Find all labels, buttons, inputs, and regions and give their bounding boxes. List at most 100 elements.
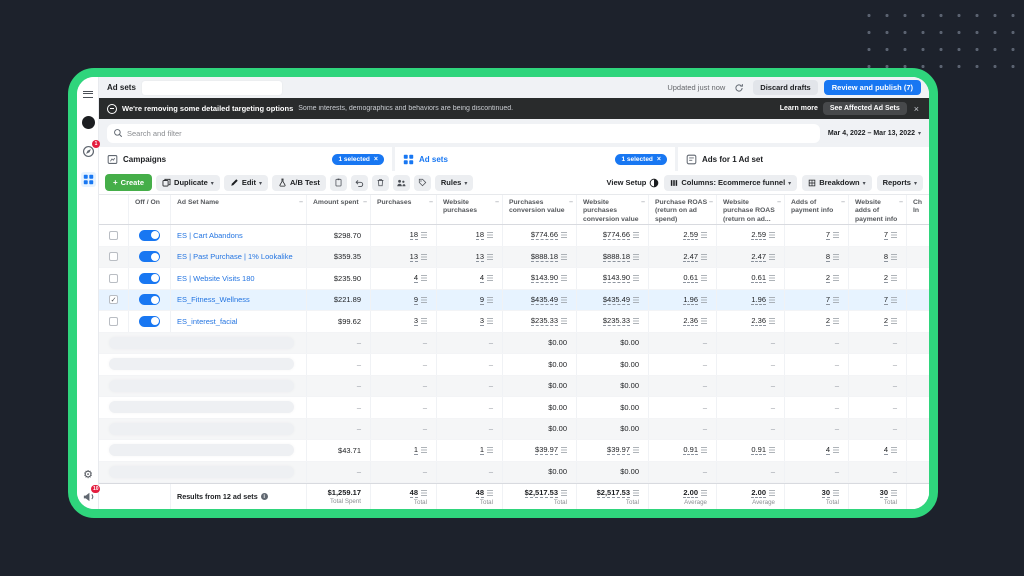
tab-ads[interactable]: Ads for 1 Ad set (678, 147, 929, 171)
metric-link[interactable]: 0.91 (683, 445, 698, 455)
column-header[interactable]: Website purchases conversion value (577, 195, 649, 224)
metric-link[interactable]: $39.97 (535, 445, 558, 455)
metric-link[interactable]: $143.90 (603, 273, 630, 283)
metric-link[interactable]: 1.96 (751, 295, 766, 305)
ad-set-toggle[interactable] (139, 294, 160, 305)
ad-set-name-link[interactable]: ES | Website Visits 180 (171, 274, 255, 283)
metric-link[interactable]: 1 (480, 445, 484, 455)
rules-button[interactable]: Rules (435, 175, 473, 191)
column-header[interactable]: Website purchases (437, 195, 503, 224)
metric-link[interactable]: 13 (410, 252, 418, 262)
metric-link[interactable]: 2 (884, 273, 888, 283)
column-header[interactable]: Website purchase ROAS (return on ad... (717, 195, 785, 224)
column-header[interactable]: Amount spent (307, 195, 371, 224)
ad-set-name-link[interactable]: ES | Past Purchase | 1% Lookalike (171, 252, 293, 261)
metric-link[interactable]: 2.36 (683, 316, 698, 326)
ad-set-toggle[interactable] (139, 273, 160, 284)
audience-button[interactable] (393, 175, 410, 191)
metric-link[interactable]: 0.61 (683, 273, 698, 283)
metric-link[interactable]: 7 (884, 230, 888, 240)
column-header[interactable]: Ad Set Name (171, 195, 307, 224)
ab-test-button[interactable]: A/B Test (272, 175, 326, 191)
ad-set-toggle[interactable] (139, 251, 160, 262)
column-header[interactable]: Website adds of payment info (849, 195, 907, 224)
account-avatar[interactable] (80, 114, 96, 130)
metric-link[interactable]: 7 (884, 295, 888, 305)
metric-link[interactable]: 9 (414, 295, 418, 305)
metric-link[interactable]: 2.47 (683, 252, 698, 262)
reports-button[interactable]: Reports (877, 175, 923, 191)
ad-set-name-link[interactable]: ES_interest_facial (171, 317, 237, 326)
metric-link[interactable]: $774.66 (531, 230, 558, 240)
breakdown-button[interactable]: Breakdown (802, 175, 871, 191)
ad-set-name-link[interactable]: ES | Cart Abandons (171, 231, 243, 240)
column-header[interactable]: Purchases conversion value (503, 195, 577, 224)
metric-link[interactable]: $888.18 (531, 252, 558, 262)
tab-ad-sets[interactable]: Ad sets 1 selected× (395, 147, 675, 171)
delete-button[interactable] (372, 175, 389, 191)
search-bar[interactable] (107, 124, 820, 143)
row-checkbox[interactable] (109, 231, 118, 240)
menu-icon[interactable] (80, 86, 96, 102)
metric-link[interactable]: 18 (410, 230, 418, 240)
column-header[interactable]: Adds of payment info (785, 195, 849, 224)
metric-link[interactable]: 1.96 (683, 295, 698, 305)
row-checkbox[interactable] (109, 317, 118, 326)
columns-button[interactable]: Columns: Ecommerce funnel (664, 175, 797, 191)
settings-gear-icon[interactable]: ⚙ (80, 466, 96, 482)
metric-link[interactable]: 2.36 (751, 316, 766, 326)
edit-button[interactable]: Edit (224, 175, 268, 191)
ad-set-toggle[interactable] (139, 230, 160, 241)
metric-link[interactable]: 4 (480, 273, 484, 283)
footer-total-value[interactable]: 30 (822, 488, 839, 498)
row-checkbox[interactable] (109, 252, 118, 261)
metric-link[interactable]: 2.59 (751, 230, 766, 240)
column-header[interactable]: Purchases (371, 195, 437, 224)
metric-link[interactable]: $143.90 (531, 273, 558, 283)
footer-total-value[interactable]: 48 (476, 488, 493, 498)
tag-button[interactable] (414, 175, 431, 191)
metric-link[interactable]: 0.91 (751, 445, 766, 455)
metric-link[interactable]: 9 (480, 295, 484, 305)
metric-link[interactable]: 0.61 (751, 273, 766, 283)
review-publish-button[interactable]: Review and publish (7) (824, 80, 921, 95)
see-affected-button[interactable]: See Affected Ad Sets (823, 102, 907, 115)
metric-link[interactable]: 2 (826, 316, 830, 326)
ads-manager-nav-icon[interactable] (80, 171, 96, 187)
metric-link[interactable]: 3 (480, 316, 484, 326)
compass-icon[interactable]: 1 (80, 143, 96, 159)
row-checkbox[interactable] (109, 295, 118, 304)
metric-link[interactable]: $235.33 (603, 316, 630, 326)
metric-link[interactable]: $888.18 (603, 252, 630, 262)
ad-set-name-link[interactable]: ES_Fitness_Wellness (171, 295, 250, 304)
discard-drafts-button[interactable]: Discard drafts (753, 80, 817, 95)
date-range-selector[interactable]: Mar 4, 2022 – Mar 13, 2022 (828, 130, 921, 137)
selected-count-pill[interactable]: 1 selected× (615, 154, 667, 165)
metric-link[interactable]: $435.49 (531, 295, 558, 305)
pin-button[interactable] (330, 175, 347, 191)
footer-total-value[interactable]: $2,517.53 (525, 488, 567, 498)
metric-link[interactable]: 4 (826, 445, 830, 455)
selected-count-pill[interactable]: 1 selected× (332, 154, 384, 165)
info-icon[interactable] (261, 493, 268, 500)
footer-total-value[interactable]: 2.00 (683, 488, 707, 498)
metric-link[interactable]: 3 (414, 316, 418, 326)
tab-campaigns[interactable]: Campaigns 1 selected× (99, 147, 392, 171)
search-input[interactable] (127, 129, 814, 138)
undo-button[interactable] (351, 175, 368, 191)
metric-link[interactable]: 7 (826, 230, 830, 240)
metric-link[interactable]: $435.49 (603, 295, 630, 305)
metric-link[interactable]: 8 (884, 252, 888, 262)
metric-link[interactable]: 2 (826, 273, 830, 283)
row-checkbox[interactable] (109, 274, 118, 283)
metric-link[interactable]: $235.33 (531, 316, 558, 326)
metric-link[interactable]: $39.97 (607, 445, 630, 455)
footer-total-value[interactable]: $2,517.53 (597, 488, 639, 498)
refresh-icon[interactable] (731, 81, 747, 95)
megaphone-icon[interactable]: 10 (80, 488, 96, 504)
footer-total-value[interactable]: 48 (410, 488, 427, 498)
metric-link[interactable]: $774.66 (603, 230, 630, 240)
learn-more-link[interactable]: Learn more (780, 105, 818, 112)
close-icon[interactable]: × (912, 104, 921, 114)
footer-total-value[interactable]: 2.00 (751, 488, 775, 498)
